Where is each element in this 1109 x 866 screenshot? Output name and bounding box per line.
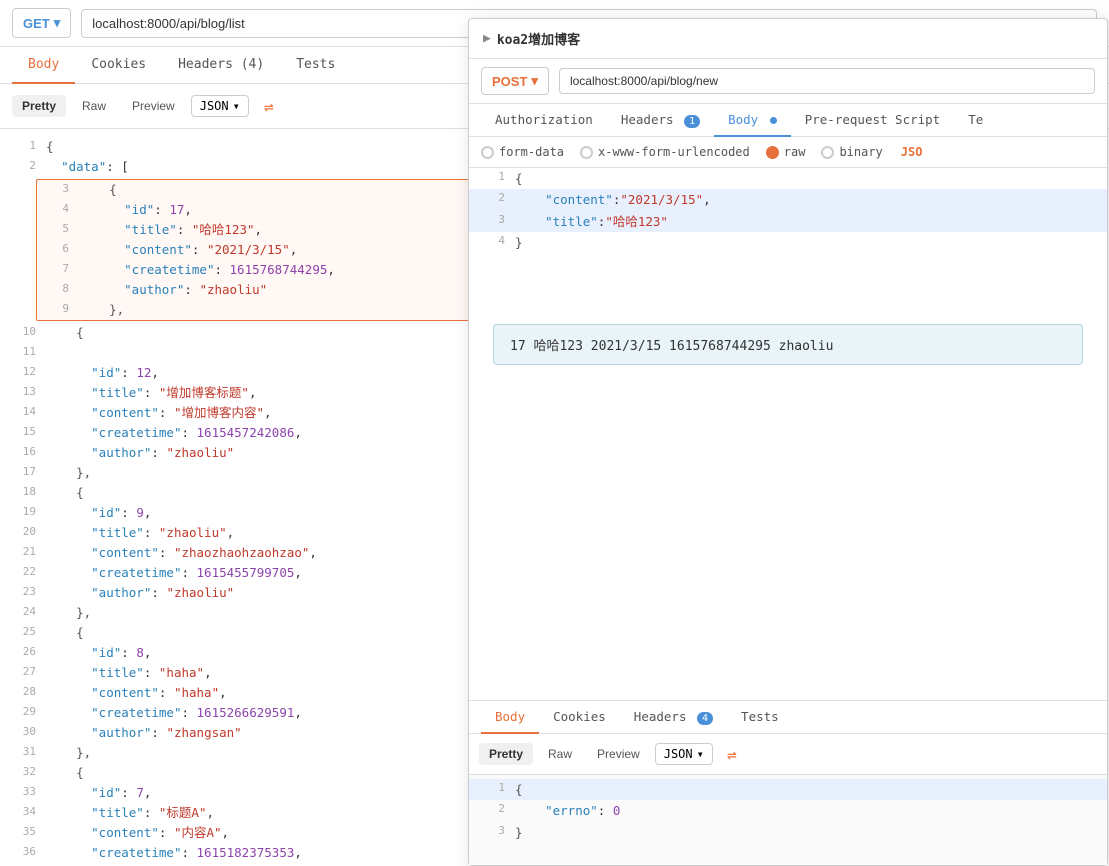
body-line-3: 3 "title":"哈哈123" [469, 211, 1107, 232]
overlay-panel: ▶ koa2增加博客 POST ▾ Authorization Headers … [468, 18, 1108, 866]
body-line-4: 4 } [469, 232, 1107, 253]
body-line-1: 1 { [469, 168, 1107, 189]
tab-body[interactable]: Body [714, 104, 791, 137]
tab-body[interactable]: Body [12, 47, 75, 84]
chevron-down-icon: ▾ [697, 747, 704, 761]
resp-tab-cookies[interactable]: Cookies [539, 701, 620, 734]
tab-authorization[interactable]: Authorization [481, 104, 607, 137]
format-preview-button[interactable]: Preview [122, 95, 185, 117]
panel-tabs-row: Authorization Headers 1 Body Pre-request… [469, 104, 1107, 137]
radio-circle-form-data[interactable] [481, 146, 494, 159]
resp-tab-tests[interactable]: Tests [727, 701, 793, 734]
tooltip-text: 17 哈哈123 2021/3/15 1615768744295 zhaoliu [510, 339, 833, 354]
body-type-row: form-data x-www-form-urlencoded raw bina… [469, 137, 1107, 168]
radio-form-data[interactable]: form-data [481, 145, 564, 159]
resp-beautify-icon[interactable]: ⇌ [718, 740, 746, 768]
body-indicator [770, 117, 777, 124]
format-pretty-button[interactable]: Pretty [12, 95, 66, 117]
radio-raw[interactable]: raw [766, 145, 806, 159]
response-code-area[interactable]: 1 { 2 "errno": 0 3 } [469, 775, 1107, 865]
form-data-label: form-data [499, 145, 564, 159]
triangle-icon: ▶ [483, 31, 491, 46]
method-get-button[interactable]: GET ▾ [12, 8, 71, 38]
resp-format-pretty[interactable]: Pretty [479, 743, 533, 765]
resp-format-raw[interactable]: Raw [538, 743, 582, 765]
js-format-label: JSO [901, 145, 923, 159]
resp-headers-badge: 4 [697, 712, 713, 725]
resp-format-type-select[interactable]: JSON ▾ [655, 743, 713, 765]
tab-tests[interactable]: Tests [280, 47, 351, 84]
beautify-icon[interactable]: ⇌ [255, 92, 283, 120]
panel-title-bar: ▶ koa2增加博客 [469, 19, 1107, 59]
resp-line-1: 1 { [469, 779, 1107, 800]
post-method-label: POST [492, 74, 527, 89]
chevron-down-icon: ▾ [531, 73, 538, 89]
tooltip-bar: 17 哈哈123 2021/3/15 1615768744295 zhaoliu [493, 324, 1083, 365]
resp-tab-headers[interactable]: Headers 4 [620, 701, 727, 734]
panel-url-input[interactable] [559, 68, 1095, 94]
response-area: Body Cookies Headers 4 Tests Pretty Raw … [469, 700, 1107, 865]
format-raw-button[interactable]: Raw [72, 95, 116, 117]
urlencoded-label: x-www-form-urlencoded [598, 145, 750, 159]
panel-top-bar: POST ▾ [469, 59, 1107, 104]
method-post-button[interactable]: POST ▾ [481, 67, 549, 95]
tab-pre-request[interactable]: Pre-request Script [791, 104, 954, 137]
resp-format-bar: Pretty Raw Preview JSON ▾ ⇌ [469, 734, 1107, 775]
tab-cookies[interactable]: Cookies [75, 47, 162, 84]
raw-label: raw [784, 145, 806, 159]
resp-format-type-label: JSON [664, 747, 693, 761]
radio-binary[interactable]: binary [821, 145, 882, 159]
radio-circle-urlencoded[interactable] [580, 146, 593, 159]
response-tabs: Body Cookies Headers 4 Tests [469, 701, 1107, 734]
resp-line-3: 3 } [469, 822, 1107, 843]
headers-badge: 1 [684, 115, 700, 128]
chevron-down-icon: ▾ [233, 99, 240, 113]
format-type-select[interactable]: JSON ▾ [191, 95, 249, 117]
resp-line-2: 2 "errno": 0 [469, 800, 1107, 821]
radio-circle-binary[interactable] [821, 146, 834, 159]
tooltip-container: 17 哈哈123 2021/3/15 1615768744295 zhaoliu [469, 308, 1107, 381]
tab-tests-short[interactable]: Te [954, 104, 997, 137]
body-line-2: 2 "content":"2021/3/15", [469, 189, 1107, 210]
radio-urlencoded[interactable]: x-www-form-urlencoded [580, 145, 750, 159]
radio-circle-raw[interactable] [766, 146, 779, 159]
panel-body-editor[interactable]: 1 { 2 "content":"2021/3/15", 3 "title":"… [469, 168, 1107, 308]
resp-format-preview[interactable]: Preview [587, 743, 650, 765]
tab-headers[interactable]: Headers 1 [607, 104, 714, 137]
panel-title: koa2增加博客 [497, 29, 580, 48]
resp-tab-body[interactable]: Body [481, 701, 539, 734]
method-label: GET [23, 16, 50, 31]
chevron-down-icon: ▾ [54, 15, 61, 31]
spacer [469, 381, 1107, 700]
format-type-label: JSON [200, 99, 229, 113]
binary-label: binary [839, 145, 882, 159]
tab-headers[interactable]: Headers (4) [162, 47, 280, 84]
